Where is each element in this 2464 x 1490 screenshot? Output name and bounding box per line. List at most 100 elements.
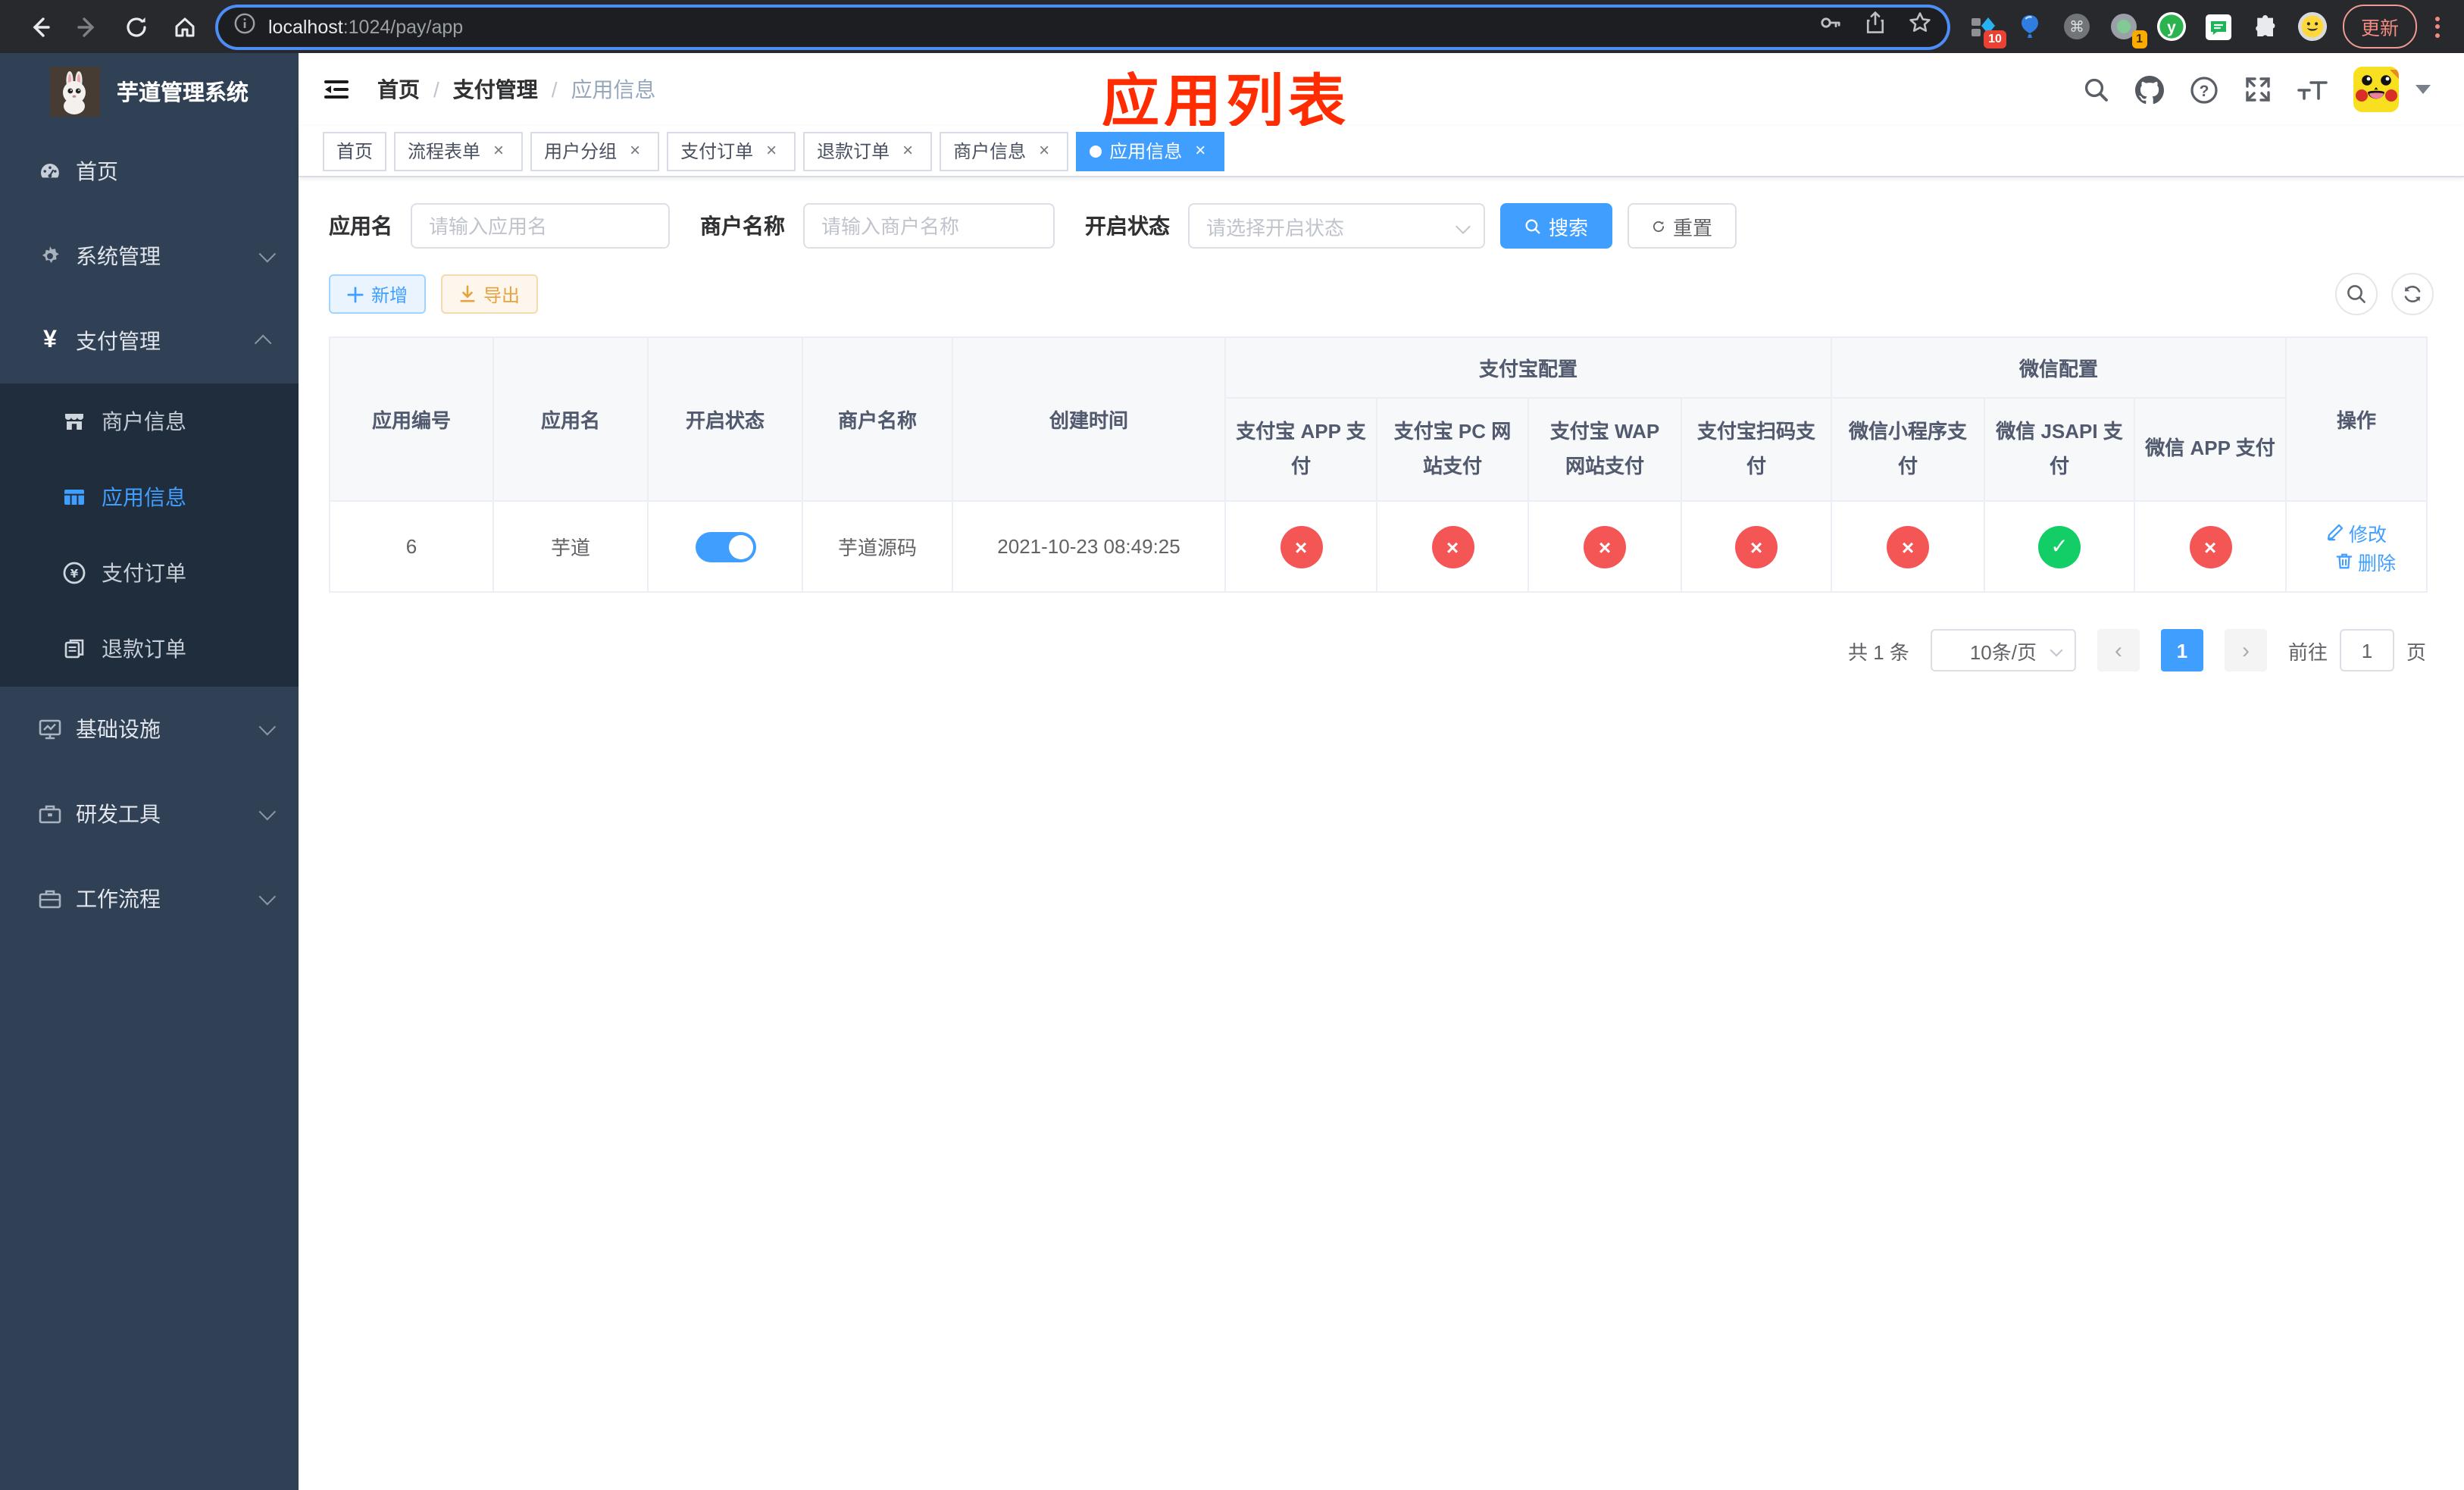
avatar-caret-icon[interactable] bbox=[2416, 85, 2431, 94]
col-wechat-app: 微信 APP 支付 bbox=[2134, 397, 2287, 502]
sidebar-item-devtools[interactable]: 研发工具 bbox=[0, 772, 299, 856]
tab-process-form[interactable]: 流程表单 × bbox=[394, 131, 524, 171]
sidebar-item-merchant-info[interactable]: 商户信息 bbox=[0, 383, 299, 459]
browser-menu-icon[interactable] bbox=[2426, 16, 2449, 37]
sidebar-item-infra[interactable]: 基础设施 bbox=[0, 687, 299, 772]
app-title: 芋道管理系统 bbox=[117, 81, 249, 105]
tab-merchant-info[interactable]: 商户信息 × bbox=[940, 131, 1069, 171]
toggle-search-icon[interactable] bbox=[2335, 273, 2378, 315]
col-app-id: 应用编号 bbox=[329, 337, 494, 502]
sidebar-item-pay[interactable]: ¥ 支付管理 bbox=[0, 299, 299, 383]
ext-chat-icon[interactable] bbox=[2203, 11, 2234, 42]
ext-y-icon[interactable]: y bbox=[2156, 11, 2187, 42]
back-icon[interactable] bbox=[20, 7, 59, 46]
store-icon bbox=[62, 409, 86, 434]
sidebar-item-label: 商户信息 bbox=[102, 409, 186, 434]
forward-icon[interactable] bbox=[68, 7, 108, 46]
password-key-icon[interactable] bbox=[1818, 11, 1843, 42]
add-button[interactable]: 新增 bbox=[329, 274, 427, 314]
edit-link[interactable]: 修改 bbox=[2326, 518, 2387, 546]
sidebar-item-workflow[interactable]: 工作流程 bbox=[0, 856, 299, 941]
tab-user-group[interactable]: 用户分组 × bbox=[530, 131, 660, 171]
close-icon[interactable]: × bbox=[488, 139, 509, 161]
pagination-total: 共 1 条 bbox=[1848, 640, 1909, 663]
status-label: 开启状态 bbox=[1085, 214, 1170, 238]
font-size-icon[interactable] bbox=[2297, 76, 2328, 103]
cell-pay-status: × bbox=[1376, 500, 1529, 593]
close-icon[interactable]: × bbox=[1033, 139, 1055, 161]
chevron-down-icon bbox=[2050, 643, 2063, 657]
sidebar-item-label: 支付管理 bbox=[76, 329, 161, 353]
delete-link[interactable]: 删除 bbox=[2335, 546, 2396, 575]
status-cross-icon: × bbox=[2189, 525, 2232, 568]
tab-refund-order[interactable]: 退款订单 × bbox=[803, 131, 933, 171]
documents-icon bbox=[62, 637, 86, 661]
pay-submenu: 商户信息 应用信息 ¥ 支付订单 退款订单 bbox=[0, 383, 299, 687]
active-tab-dot bbox=[1090, 145, 1102, 157]
bookmark-star-icon[interactable] bbox=[1908, 11, 1932, 42]
tab-pay-order[interactable]: 支付订单 × bbox=[667, 131, 796, 171]
breadcrumb-pay[interactable]: 支付管理 bbox=[453, 74, 538, 105]
chevron-down-icon bbox=[258, 718, 277, 736]
col-alipay-app: 支付宝 APP 支付 bbox=[1224, 397, 1377, 502]
reset-button[interactable]: 重置 bbox=[1628, 203, 1737, 249]
app-name-label: 应用名 bbox=[329, 214, 392, 238]
browser-update-button[interactable]: 更新 bbox=[2342, 5, 2417, 49]
close-icon[interactable]: × bbox=[1190, 139, 1211, 161]
close-icon[interactable]: × bbox=[761, 139, 782, 161]
status-toggle[interactable] bbox=[695, 531, 755, 562]
fullscreen-icon[interactable] bbox=[2244, 76, 2272, 103]
sidebar-item-refund-order[interactable]: 退款订单 bbox=[0, 611, 299, 687]
site-info-icon[interactable] bbox=[233, 11, 256, 42]
sidebar-item-system[interactable]: 系统管理 bbox=[0, 214, 299, 299]
status-select[interactable]: 请选择开启状态 bbox=[1188, 203, 1485, 249]
page-number-1[interactable]: 1 bbox=[2160, 629, 2203, 671]
breadcrumb-separator: / bbox=[433, 77, 439, 102]
app-name-input[interactable] bbox=[411, 203, 670, 249]
close-icon[interactable]: × bbox=[624, 139, 646, 161]
tab-home[interactable]: 首页 bbox=[323, 131, 387, 171]
help-icon[interactable]: ? bbox=[2190, 75, 2219, 104]
prev-page-button[interactable]: ‹ bbox=[2097, 629, 2140, 671]
goto-page-input[interactable] bbox=[2339, 629, 2394, 671]
ext-emoji-avatar[interactable] bbox=[2297, 11, 2328, 42]
next-page-button[interactable]: › bbox=[2224, 629, 2267, 671]
export-button[interactable]: 导出 bbox=[441, 274, 539, 314]
search-button[interactable]: 搜索 bbox=[1500, 203, 1612, 249]
screen: localhost:1024/pay/app 10 ⌘ 1 y 更新 芋道管理系… bbox=[0, 0, 2464, 1490]
page-size-select[interactable]: 10条/页 bbox=[1930, 629, 2076, 671]
goto-label: 前往 bbox=[2287, 640, 2328, 663]
dashboard-icon bbox=[38, 159, 62, 183]
sidebar-item-pay-order[interactable]: ¥ 支付订单 bbox=[0, 535, 299, 611]
close-icon[interactable]: × bbox=[897, 139, 918, 161]
merchant-name-input[interactable] bbox=[803, 203, 1055, 249]
share-icon[interactable] bbox=[1864, 11, 1887, 42]
sidebar-item-label: 基础设施 bbox=[76, 717, 161, 741]
svg-text:?: ? bbox=[2200, 82, 2209, 99]
ext-badge-count: 1 bbox=[2131, 30, 2147, 48]
sidebar-collapse-icon[interactable] bbox=[323, 77, 350, 102]
chevron-down-icon bbox=[258, 803, 277, 821]
tab-app-info[interactable]: 应用信息 × bbox=[1076, 131, 1225, 171]
reload-icon[interactable] bbox=[117, 7, 156, 46]
ext-balloon-icon[interactable] bbox=[2015, 11, 2046, 42]
sidebar-item-label: 支付订单 bbox=[102, 561, 186, 585]
ext-collections-icon[interactable]: 10 bbox=[1968, 11, 2006, 48]
sidebar-item-home[interactable]: 首页 bbox=[0, 129, 299, 214]
cell-pay-status: × bbox=[1224, 500, 1377, 593]
col-alipay-pc: 支付宝 PC 网站支付 bbox=[1376, 397, 1529, 502]
sidebar-item-app-info[interactable]: 应用信息 bbox=[0, 459, 299, 535]
user-avatar[interactable] bbox=[2353, 67, 2399, 112]
status-cross-icon: × bbox=[1280, 525, 1322, 568]
ext-command-icon[interactable]: ⌘ bbox=[2062, 11, 2093, 42]
ext-recorder-icon[interactable]: 1 bbox=[2109, 11, 2147, 48]
github-icon[interactable] bbox=[2135, 75, 2164, 104]
breadcrumb-home[interactable]: 首页 bbox=[377, 74, 420, 105]
sidebar-item-label: 退款订单 bbox=[102, 637, 186, 661]
ext-puzzle-icon[interactable] bbox=[2250, 11, 2281, 42]
home-icon[interactable] bbox=[165, 7, 205, 46]
url-bar[interactable]: localhost:1024/pay/app bbox=[218, 7, 1947, 46]
sidebar-logo[interactable]: 芋道管理系统 bbox=[0, 53, 299, 129]
search-icon[interactable] bbox=[2082, 76, 2109, 103]
refresh-icon[interactable] bbox=[2391, 273, 2434, 315]
